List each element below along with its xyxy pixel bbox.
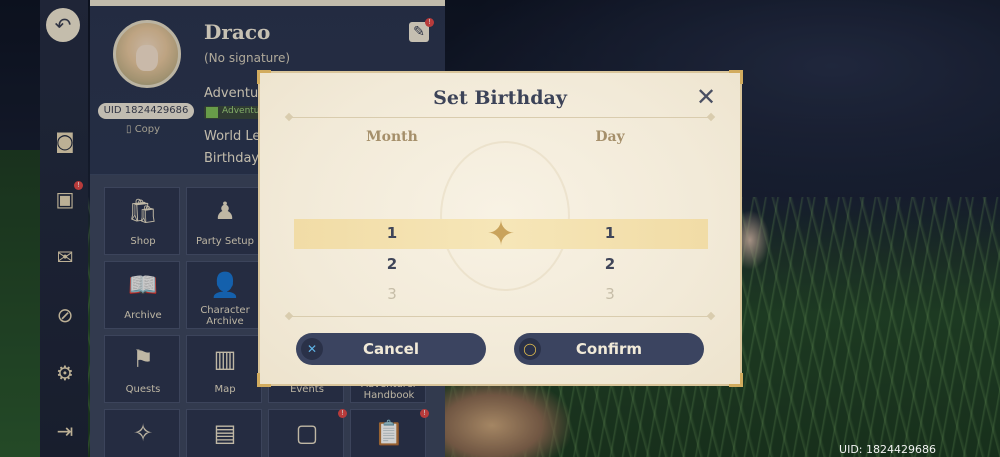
- bottom-divider: [290, 316, 710, 317]
- month-header: Month: [366, 129, 418, 145]
- set-birthday-dialog: Set Birthday ✕ Month Day ✦ 1 2 3 1 2 3 ✕…: [257, 70, 743, 387]
- circle-button-icon: ◯: [519, 338, 541, 360]
- day-option[interactable]: 3: [590, 285, 630, 303]
- month-option[interactable]: 3: [372, 285, 412, 303]
- day-option[interactable]: 2: [590, 255, 630, 273]
- month-option-selected[interactable]: 1: [372, 224, 412, 242]
- corner-ornament: [729, 70, 743, 84]
- corner-ornament: [257, 70, 271, 84]
- title-divider: [290, 117, 710, 118]
- cancel-button[interactable]: ✕ Cancel: [296, 333, 486, 365]
- day-header: Day: [595, 129, 625, 145]
- footer-uid: UID: 1824429686: [839, 443, 936, 456]
- month-option[interactable]: 2: [372, 255, 412, 273]
- close-icon[interactable]: ✕: [694, 85, 718, 109]
- star-ornament-icon: ✦: [486, 214, 516, 254]
- dialog-title: Set Birthday: [433, 87, 567, 109]
- confirm-label: Confirm: [575, 340, 643, 358]
- confirm-button[interactable]: ◯ Confirm: [514, 333, 704, 365]
- corner-ornament: [729, 373, 743, 387]
- day-option-selected[interactable]: 1: [590, 224, 630, 242]
- corner-ornament: [257, 373, 271, 387]
- cancel-label: Cancel: [362, 340, 419, 358]
- cross-button-icon: ✕: [301, 338, 323, 360]
